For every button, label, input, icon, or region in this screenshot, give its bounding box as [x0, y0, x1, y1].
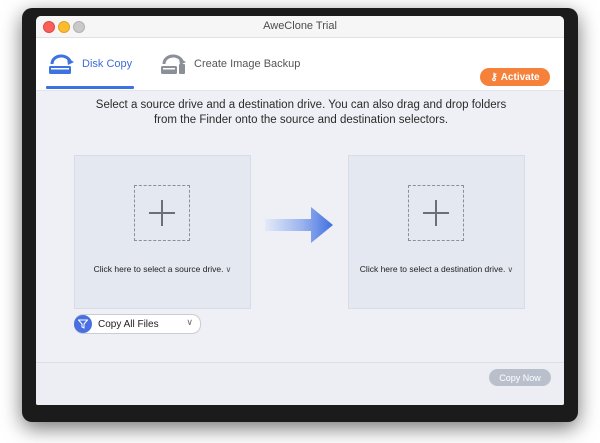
activate-button[interactable]: ⚷ Activate — [480, 68, 550, 86]
chevron-down-icon: ∨ — [507, 265, 514, 274]
arrow-right-icon — [265, 207, 333, 243]
add-destination-icon — [408, 185, 464, 241]
instructions-line-1: Select a source drive and a destination … — [95, 99, 507, 111]
key-icon: ⚷ — [490, 71, 498, 83]
image-backup-icon — [161, 54, 186, 74]
tab-create-image-backup-label: Create Image Backup — [194, 58, 301, 70]
tab-disk-copy[interactable]: Disk Copy — [46, 38, 134, 90]
footer-bar: Copy Now — [36, 362, 564, 405]
active-tab-indicator — [46, 86, 134, 89]
tab-disk-copy-label: Disk Copy — [82, 58, 133, 70]
title-bar: AweClone Trial — [36, 16, 564, 38]
app-window: AweClone Trial Disk Copy Create Image Ba… — [36, 16, 564, 405]
destination-drive-selector[interactable]: Click here to select a destination drive… — [348, 155, 525, 309]
chevron-down-icon: ∨ — [186, 317, 193, 327]
source-drive-selector[interactable]: Click here to select a source drive. ∨ — [74, 155, 251, 309]
chevron-down-icon: ∨ — [225, 265, 232, 274]
tab-create-image-backup[interactable]: Create Image Backup — [158, 38, 308, 90]
instructions-line-2: from the Finder onto the source and dest… — [153, 114, 449, 126]
toolbar: Disk Copy Create Image Backup ⚷ Activate — [36, 38, 564, 91]
filter-icon — [74, 315, 92, 333]
copy-filter-select[interactable]: Copy All Files ∨ — [74, 314, 201, 334]
disk-copy-icon — [49, 54, 74, 74]
source-drive-label: Click here to select a source drive. ∨ — [75, 264, 250, 274]
copy-now-button[interactable]: Copy Now — [489, 369, 551, 386]
add-source-icon — [134, 185, 190, 241]
destination-drive-label-text: Click here to select a destination drive… — [359, 264, 506, 274]
instructions-text: Select a source drive and a destination … — [76, 98, 526, 128]
destination-drive-label: Click here to select a destination drive… — [349, 264, 524, 274]
source-drive-label-text: Click here to select a source drive. — [93, 264, 224, 274]
copy-filter-value: Copy All Files — [98, 318, 159, 330]
window-title: AweClone Trial — [263, 20, 337, 32]
activate-button-label: Activate — [500, 71, 540, 83]
